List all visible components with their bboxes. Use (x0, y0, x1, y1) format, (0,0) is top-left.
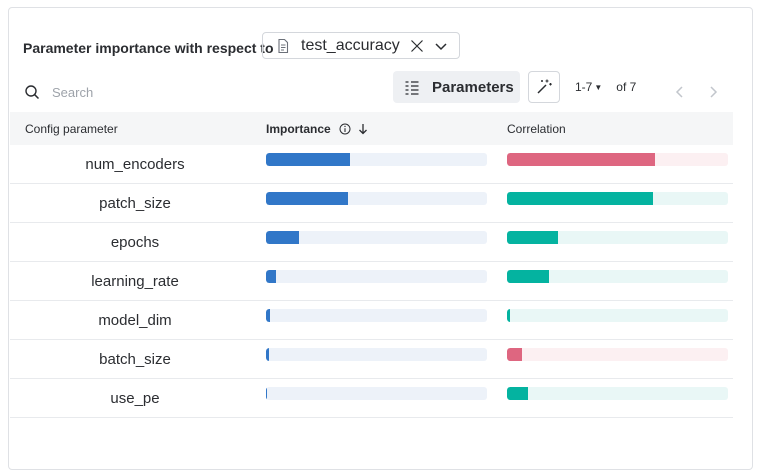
importance-bar (266, 270, 276, 283)
correlation-bar-track (507, 231, 728, 244)
correlation-bar-track (507, 309, 728, 322)
column-header-param: Config parameter (25, 121, 118, 136)
correlation-bar-track (507, 387, 728, 400)
metric-select[interactable]: test_accuracy (262, 32, 460, 59)
correlation-bar-track (507, 270, 728, 283)
importance-bar-track (266, 231, 487, 244)
importance-bar (266, 348, 270, 361)
correlation-bar-track (507, 348, 728, 361)
importance-bar-track (266, 192, 487, 205)
search-icon (25, 85, 40, 100)
panel-title: Parameter importance with respect to (23, 40, 274, 56)
caret-down-icon: ▼ (594, 82, 603, 92)
table-row[interactable]: learning_rate (10, 262, 733, 301)
correlation-bar-positive (507, 387, 528, 400)
metric-value: test_accuracy (301, 36, 400, 54)
sort-arrow-down-icon[interactable] (357, 123, 369, 135)
parameter-table: Config parameter Importance Correlation … (10, 112, 733, 418)
importance-bar (266, 387, 268, 400)
param-name: num_encoders (85, 156, 185, 173)
correlation-bar-positive (507, 270, 549, 283)
correlation-bar-track (507, 192, 728, 205)
importance-bar-track (266, 348, 487, 361)
importance-label: Importance (266, 121, 331, 136)
param-name: patch_size (99, 195, 171, 212)
pager: 1-7 ▼ of 7 (575, 80, 636, 94)
param-name: batch_size (99, 351, 171, 368)
importance-bar-track (266, 270, 487, 283)
document-icon (278, 38, 289, 53)
auto-params-button[interactable] (528, 71, 560, 103)
pager-total: of 7 (616, 80, 637, 94)
table-row[interactable]: epochs (10, 223, 733, 262)
panel-header: Parameter importance with respect to (23, 33, 274, 63)
param-name: use_pe (110, 390, 160, 407)
param-name: learning_rate (91, 273, 179, 290)
param-name: model_dim (98, 312, 172, 329)
pager-range-select[interactable]: 1-7 ▼ (575, 80, 602, 94)
chevron-right-icon[interactable] (705, 84, 721, 100)
correlation-bar-track (507, 153, 728, 166)
correlation-bar-positive (507, 231, 558, 244)
correlation-bar-positive (507, 309, 511, 322)
chevron-down-icon[interactable] (433, 38, 449, 54)
importance-bar (266, 231, 300, 244)
parameters-label: Parameters (432, 78, 514, 96)
table-body: num_encoders patch_sizeepochs learning_rat… (10, 145, 733, 418)
importance-bar-track (266, 309, 487, 322)
parameters-button[interactable]: Parameters (393, 71, 520, 103)
importance-bar-track (266, 387, 487, 400)
search-input[interactable] (50, 83, 254, 101)
info-icon[interactable] (339, 123, 351, 135)
clear-x-icon[interactable] (409, 38, 425, 54)
table-row[interactable]: model_dim (10, 301, 733, 340)
table-header: Config parameter Importance Correlation (10, 112, 733, 145)
table-row[interactable]: batch_size (10, 340, 733, 379)
table-row[interactable]: num_encoders (10, 145, 733, 184)
correlation-bar-positive (507, 192, 653, 205)
search-box[interactable] (24, 80, 254, 104)
correlation-bar-negative (507, 348, 523, 361)
correlation-bar-negative (507, 153, 656, 166)
importance-bar (266, 153, 350, 166)
param-name: epochs (110, 234, 160, 251)
importance-bar (266, 309, 271, 322)
pager-range: 1-7 (575, 80, 593, 94)
column-header-importance[interactable]: Importance (266, 122, 369, 136)
chevron-left-icon[interactable] (672, 84, 688, 100)
importance-bar (266, 192, 348, 205)
magic-wand-icon (537, 79, 552, 94)
importance-bar-track (266, 153, 487, 166)
columns-list-icon (405, 81, 419, 95)
table-row[interactable]: patch_size (10, 184, 733, 223)
column-header-correlation: Correlation (507, 121, 566, 136)
table-row[interactable]: use_pe (10, 379, 733, 418)
